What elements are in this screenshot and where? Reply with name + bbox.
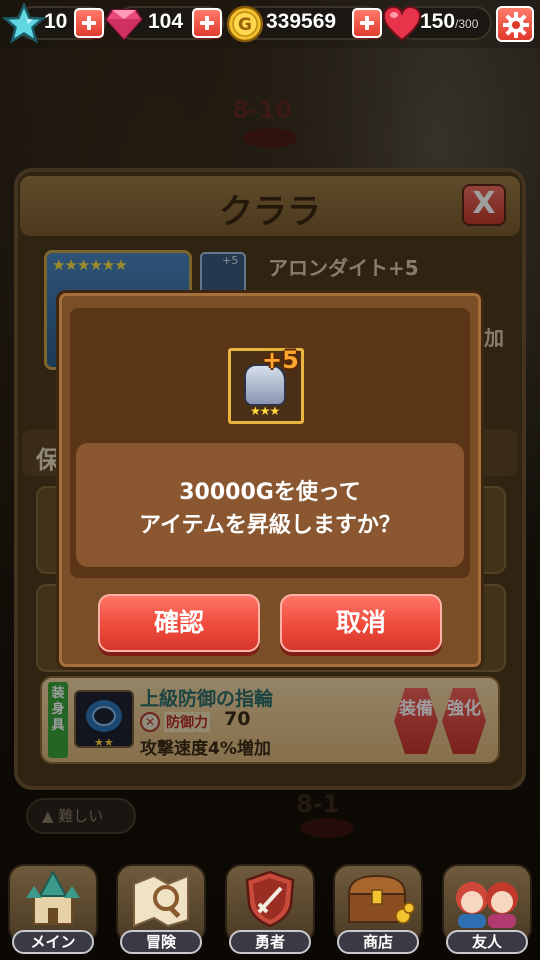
nav-shop[interactable]: 商店 [333, 864, 423, 956]
star-icon [2, 2, 46, 44]
hearts-value: 150/300 [420, 10, 479, 33]
castle-icon [26, 869, 80, 925]
gem-icon [104, 9, 144, 41]
nav-main[interactable]: メイン [8, 864, 98, 956]
stamina-value: 10 [44, 10, 68, 33]
nav-label: 冒険 [120, 930, 202, 954]
add-gold-button[interactable] [352, 8, 382, 38]
item-stars: ★★★ [250, 404, 280, 418]
nav-heroes[interactable]: 勇者 [225, 864, 315, 956]
confirm-message-line1: 30000Gを使って [179, 480, 361, 505]
friends-icon [456, 882, 518, 928]
nav-label: 友人 [446, 930, 528, 954]
confirm-button[interactable]: 確認 [98, 594, 260, 652]
nav-friends[interactable]: 友人 [442, 864, 532, 956]
confirm-message-line2: アイテムを昇級しますか？ [139, 513, 401, 538]
gear-icon [503, 12, 529, 38]
heart-icon [382, 5, 422, 42]
shield-sword-icon [245, 870, 295, 928]
nav-label: 商店 [337, 930, 419, 954]
map-icon [133, 874, 189, 928]
nav-label: メイン [12, 930, 94, 954]
svg-text:G: G [238, 15, 252, 35]
nav-adventure[interactable]: 冒険 [116, 864, 206, 956]
gems-value: 104 [148, 10, 184, 33]
item-upgrade-level: +5 [262, 346, 299, 374]
add-stamina-button[interactable] [74, 8, 104, 38]
confirm-message: 30000Gを使って アイテムを昇級しますか？ [76, 476, 464, 542]
gold-coin-icon: G [226, 5, 264, 43]
add-gems-button[interactable] [192, 8, 222, 38]
cancel-button[interactable]: 取消 [280, 594, 442, 652]
gold-value: 339569 [266, 10, 337, 33]
nav-label: 勇者 [229, 930, 311, 954]
settings-button[interactable] [496, 6, 534, 42]
treasure-chest-icon [347, 874, 415, 924]
